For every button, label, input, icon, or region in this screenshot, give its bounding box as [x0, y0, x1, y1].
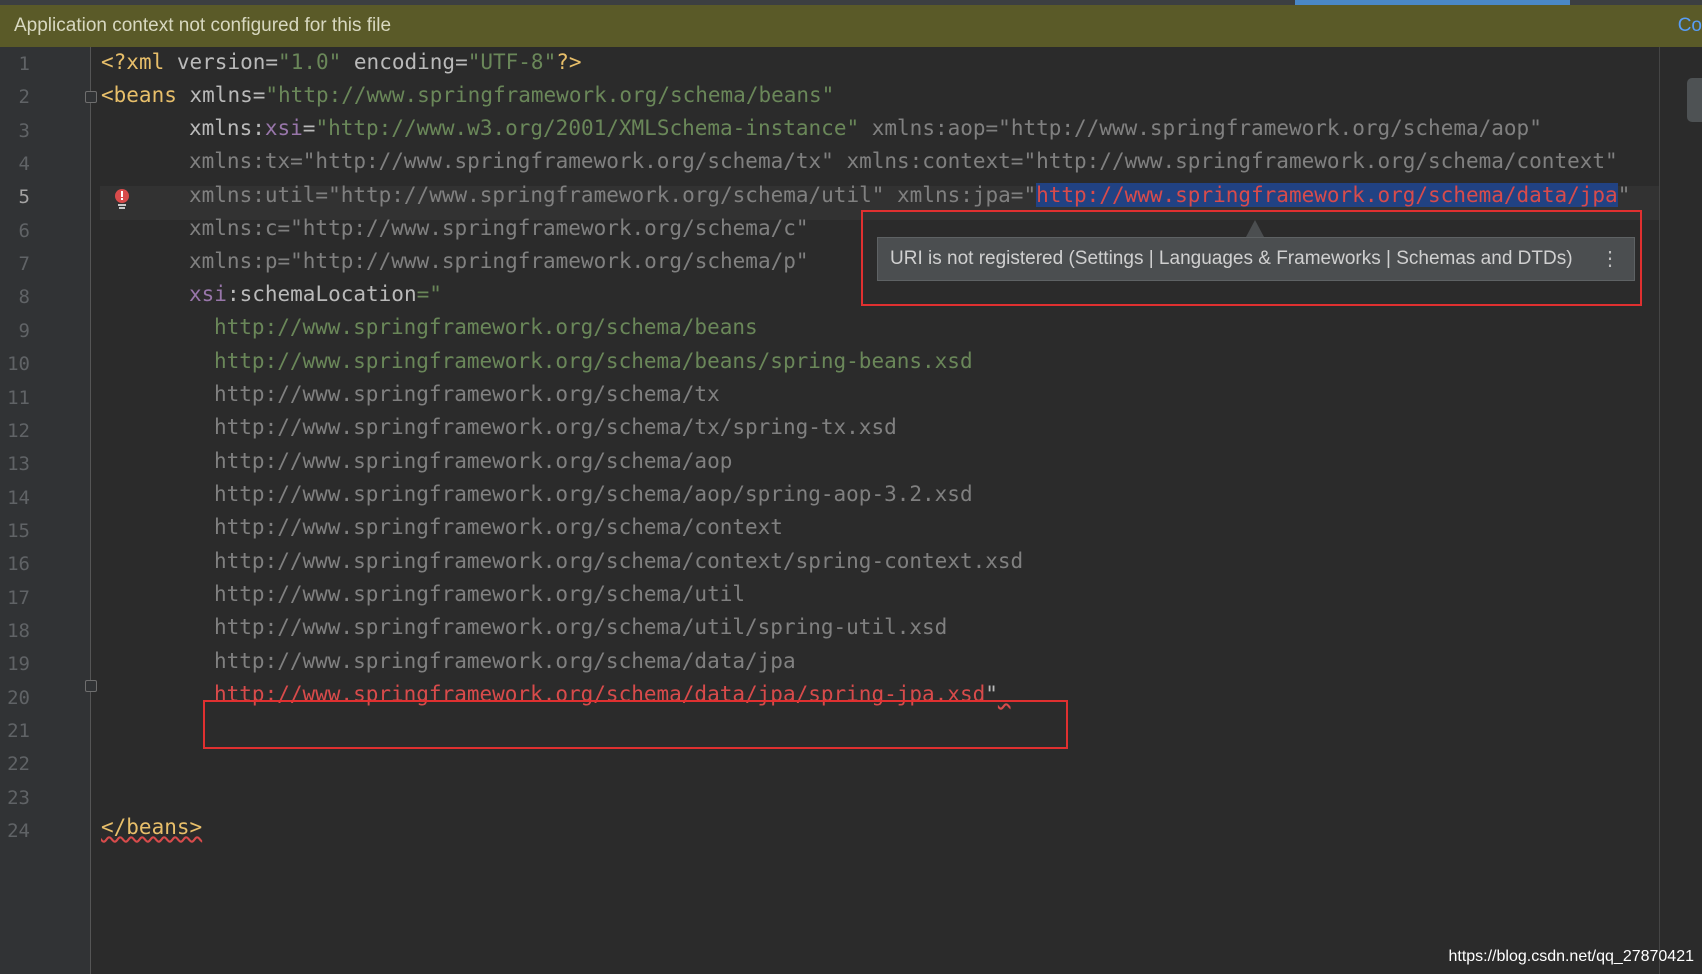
line-number: 12: [7, 419, 30, 442]
annotation-box-tooltip: [861, 210, 1642, 306]
line-number: 5: [18, 186, 30, 209]
code-line-8: xsi:schemaLocation=": [189, 282, 442, 306]
line-number: 8: [18, 286, 30, 309]
line-number: 9: [18, 319, 30, 342]
code-line-1: <?xml version="1.0" encoding="UTF-8"?>: [101, 50, 582, 74]
line-number: 11: [7, 386, 30, 409]
code-line-2: <beans xmlns="http://www.springframework…: [101, 83, 835, 107]
code-line-23: </beans>: [101, 815, 203, 839]
code-line-15: http://www.springframework.org/schema/co…: [214, 515, 783, 539]
code-line-9: http://www.springframework.org/schema/be…: [214, 315, 758, 339]
code-line-7: xmlns:p="http://www.springframework.org/…: [189, 249, 809, 273]
code-line-18: http://www.springframework.org/schema/ut…: [214, 615, 948, 639]
code-line-5: xmlns:util="http://www.springframework.o…: [189, 183, 1631, 207]
annotation-box-line-20: [203, 700, 1068, 749]
code-line-19: http://www.springframework.org/schema/da…: [214, 649, 796, 673]
line-number: 16: [7, 553, 30, 576]
code-line-4: xmlns:tx="http://www.springframework.org…: [189, 149, 1618, 173]
line-number: 15: [7, 519, 30, 542]
unregistered-uri[interactable]: http://www.springframework.org/schema/da…: [1036, 183, 1618, 207]
line-number: 7: [18, 253, 30, 276]
scrollbar-thumb[interactable]: [1687, 78, 1702, 122]
line-number: 13: [7, 453, 30, 476]
configure-link[interactable]: Co: [1678, 5, 1702, 47]
code-line-13: http://www.springframework.org/schema/ao…: [214, 449, 733, 473]
line-number: 1: [18, 53, 30, 75]
line-number: 6: [18, 219, 30, 242]
fold-marker-icon[interactable]: [85, 91, 97, 103]
line-number: 23: [7, 786, 30, 809]
line-number: 4: [18, 153, 30, 176]
code-line-10: http://www.springframework.org/schema/be…: [214, 349, 973, 373]
line-number: 2: [18, 86, 30, 109]
right-margin-guide: [1659, 47, 1660, 974]
line-number: 21: [7, 720, 30, 742]
code-line-6: xmlns:c="http://www.springframework.org/…: [189, 216, 809, 240]
line-number: 19: [7, 653, 30, 676]
line-number: 18: [7, 619, 30, 642]
code-line-12: http://www.springframework.org/schema/tx…: [214, 415, 897, 439]
code-line-16: http://www.springframework.org/schema/co…: [214, 549, 1024, 573]
banner-message: Application context not configured for t…: [14, 15, 392, 36]
notification-banner: Application context not configured for t…: [0, 5, 1702, 47]
watermark: https://blog.csdn.net/qq_27870421: [1448, 948, 1694, 965]
line-number: 14: [7, 486, 30, 509]
line-number: 20: [7, 686, 30, 709]
code-line-11: http://www.springframework.org/schema/tx: [214, 382, 720, 406]
line-number: 17: [7, 586, 30, 609]
line-number: 3: [18, 119, 30, 142]
line-number: 10: [7, 353, 30, 376]
fold-marker-icon[interactable]: [85, 680, 97, 692]
error-bulb-icon[interactable]: [113, 188, 131, 210]
code-line-17: http://www.springframework.org/schema/ut…: [214, 582, 746, 606]
code-line-3: xmlns:xsi="http://www.w3.org/2001/XMLSch…: [189, 116, 1542, 140]
line-number: 22: [7, 753, 30, 776]
code-line-14: http://www.springframework.org/schema/ao…: [214, 482, 973, 506]
line-number: 24: [7, 820, 30, 843]
